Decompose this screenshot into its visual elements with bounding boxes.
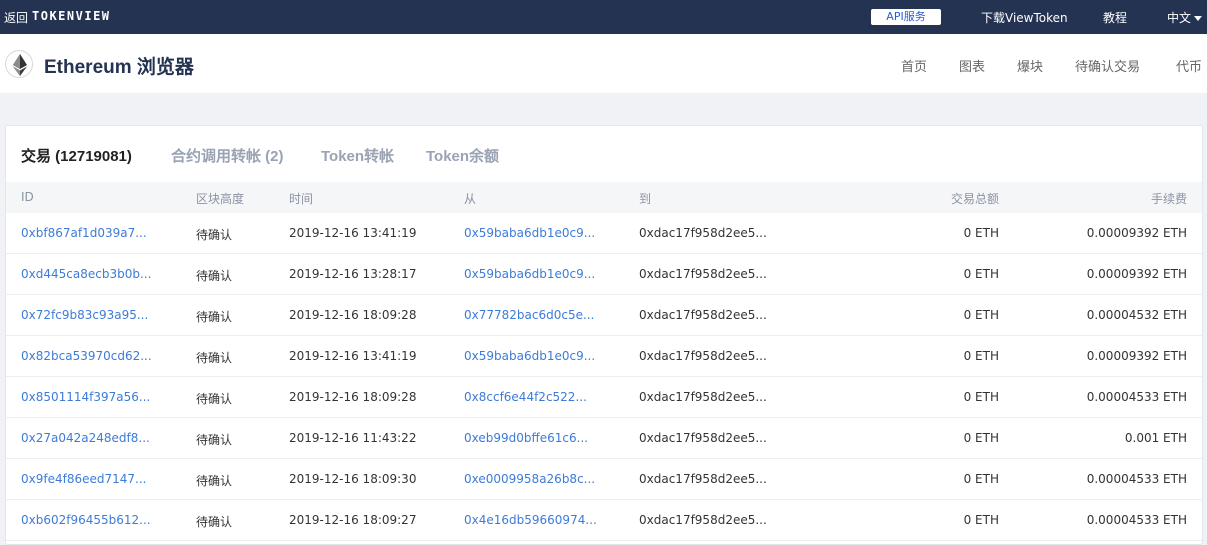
nav-pending-transactions[interactable]: 待确认交易: [1075, 56, 1140, 75]
time-cell: 2019-12-16 18:09:30: [289, 472, 417, 486]
tx-id-link[interactable]: 0x72fc9b83c93a95...: [21, 308, 148, 322]
time-cell: 2019-12-16 18:09:28: [289, 390, 417, 404]
block-height-cell: 待确认: [196, 269, 233, 283]
top-bar: 返回 TOKENVIEW API服务 下载ViewToken 教程 中文: [0, 0, 1207, 34]
block-height-cell: 待确认: [196, 310, 233, 324]
time-cell: 2019-12-16 13:28:17: [289, 267, 417, 281]
time-cell: 2019-12-16 13:41:19: [289, 349, 417, 363]
fee-cell: 0.00009392 ETH: [1086, 349, 1187, 363]
column-header-id: ID: [21, 190, 34, 204]
amount-cell: 0 ETH: [963, 226, 999, 240]
table-row: 0xd445ca8ecb3b0b... 待确认 2019-12-16 13:28:1…: [6, 254, 1202, 295]
time-cell: 2019-12-16 18:09:28: [289, 308, 417, 322]
block-height-cell: 待确认: [196, 351, 233, 365]
amount-cell: 0 ETH: [963, 267, 999, 281]
fee-cell: 0.00009392 ETH: [1086, 226, 1187, 240]
from-address-link[interactable]: 0x8ccf6e44f2c522...: [464, 390, 587, 404]
language-label: 中文: [1167, 11, 1192, 25]
amount-cell: 0 ETH: [963, 431, 999, 445]
tab-token-balance[interactable]: Token余额: [426, 145, 499, 166]
from-address-link[interactable]: 0xeb99d0bffe61c6...: [464, 431, 588, 445]
table-row: 0x8501114f397a56... 待确认 2019-12-16 18:09:2…: [6, 377, 1202, 418]
back-link[interactable]: 返回: [4, 9, 28, 26]
block-height-cell: 待确认: [196, 392, 233, 406]
column-header-from: 从: [464, 192, 477, 206]
block-height-cell: 待确认: [196, 433, 233, 447]
tx-id-link[interactable]: 0x8501114f397a56...: [21, 390, 150, 404]
to-address-cell: 0xdac17f958d2ee5...: [639, 226, 767, 240]
tx-id-link[interactable]: 0x27a042a248edf8...: [21, 431, 150, 445]
to-address-cell: 0xdac17f958d2ee5...: [639, 349, 767, 363]
fee-cell: 0.00004532 ETH: [1086, 308, 1187, 322]
tx-id-link[interactable]: 0x9fe4f86eed7147...: [21, 472, 146, 486]
table-header: ID 区块高度 时间 从 到 交易总额 手续费: [6, 182, 1202, 213]
amount-cell: 0 ETH: [963, 390, 999, 404]
table-row: 0x72fc9b83c93a95... 待确认 2019-12-16 18:09:2…: [6, 295, 1202, 336]
nav-tokens[interactable]: 代币: [1176, 56, 1202, 75]
from-address-link[interactable]: 0x4e16db59660974...: [464, 513, 597, 527]
column-header-time: 时间: [289, 192, 314, 206]
to-address-cell: 0xdac17f958d2ee5...: [639, 513, 767, 527]
amount-cell: 0 ETH: [963, 308, 999, 322]
from-address-link[interactable]: 0x59baba6db1e0c9...: [464, 226, 595, 240]
table-row: 0x27a042a248edf8... 待确认 2019-12-16 11:43:2…: [6, 418, 1202, 459]
column-header-to: 到: [639, 192, 652, 206]
ethereum-logo-icon: [5, 50, 33, 78]
to-address-cell: 0xdac17f958d2ee5...: [639, 431, 767, 445]
page-title: Ethereum 浏览器: [44, 57, 194, 78]
tab-token-transfers[interactable]: Token转帐: [321, 145, 394, 166]
block-height-cell: 待确认: [196, 515, 233, 529]
tab-bar: 交易 (12719081) 合约调用转帐 (2) Token转帐 Token余额: [6, 126, 1202, 182]
to-address-cell: 0xdac17f958d2ee5...: [639, 267, 767, 281]
amount-cell: 0 ETH: [963, 513, 999, 527]
to-address-cell: 0xdac17f958d2ee5...: [639, 472, 767, 486]
column-header-fee: 手续费: [1150, 192, 1187, 206]
nav-charts[interactable]: 图表: [959, 56, 985, 75]
time-cell: 2019-12-16 18:09:27: [289, 513, 417, 527]
fee-cell: 0.00004533 ETH: [1086, 390, 1187, 404]
from-address-link[interactable]: 0x59baba6db1e0c9...: [464, 349, 595, 363]
time-cell: 2019-12-16 13:41:19: [289, 226, 417, 240]
to-address-cell: 0xdac17f958d2ee5...: [639, 308, 767, 322]
tx-id-link[interactable]: 0xd445ca8ecb3b0b...: [21, 267, 151, 281]
tab-transactions[interactable]: 交易 (12719081): [21, 145, 132, 166]
from-address-link[interactable]: 0x59baba6db1e0c9...: [464, 267, 595, 281]
chevron-down-icon: [1194, 16, 1203, 21]
from-address-link[interactable]: 0x77782bac6d0c5e...: [464, 308, 594, 322]
block-height-cell: 待确认: [196, 228, 233, 242]
nav-blocks[interactable]: 爆块: [1017, 56, 1043, 75]
tx-id-link[interactable]: 0xbf867af1d039a7...: [21, 226, 147, 240]
table-row: 0xbf867af1d039a7... 待确认 2019-12-16 13:41:1…: [6, 213, 1202, 254]
fee-cell: 0.00004533 ETH: [1086, 513, 1187, 527]
fee-cell: 0.00004533 ETH: [1086, 472, 1187, 486]
table-row: 0x9fe4f86eed7147... 待确认 2019-12-16 18:09:3…: [6, 459, 1202, 500]
fee-cell: 0.00009392 ETH: [1086, 267, 1187, 281]
language-select[interactable]: 中文: [1167, 9, 1203, 26]
block-height-cell: 待确认: [196, 474, 233, 488]
tab-contract-calls[interactable]: 合约调用转帐 (2): [171, 145, 284, 166]
download-viewtoken-link[interactable]: 下载ViewToken: [981, 9, 1068, 26]
from-address-link[interactable]: 0xe0009958a26b8c...: [464, 472, 595, 486]
fee-cell: 0.001 ETH: [1124, 431, 1187, 445]
tokenview-logo[interactable]: TOKENVIEW: [32, 9, 111, 23]
tx-id-link[interactable]: 0xb602f96455b612...: [21, 513, 151, 527]
table-row: 0x82bca53970cd62... 待确认 2019-12-16 13:41:1…: [6, 336, 1202, 377]
tx-id-link[interactable]: 0x82bca53970cd62...: [21, 349, 152, 363]
api-service-button[interactable]: API服务: [871, 9, 941, 25]
table-row: 0xb602f96455b612... 待确认 2019-12-16 18:09:2…: [6, 500, 1202, 541]
amount-cell: 0 ETH: [963, 349, 999, 363]
nav-home[interactable]: 首页: [901, 56, 927, 75]
time-cell: 2019-12-16 11:43:22: [289, 431, 417, 445]
column-header-block-height: 区块高度: [196, 192, 245, 206]
to-address-cell: 0xdac17f958d2ee5...: [639, 390, 767, 404]
transactions-card: 交易 (12719081) 合约调用转帐 (2) Token转帐 Token余额…: [5, 125, 1203, 545]
column-header-amount: 交易总额: [950, 192, 999, 206]
site-header: Ethereum 浏览器 首页 图表 爆块 待确认交易 代币: [0, 34, 1207, 93]
tutorial-link[interactable]: 教程: [1103, 9, 1127, 26]
amount-cell: 0 ETH: [963, 472, 999, 486]
